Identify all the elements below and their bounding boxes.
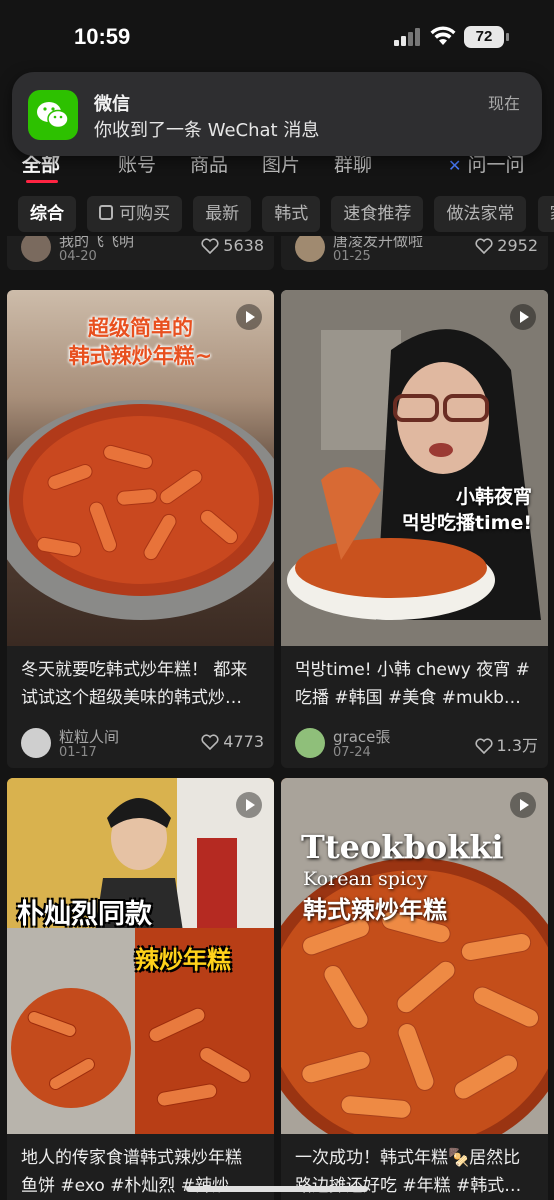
wechat-notification[interactable]: 微信 你收到了一条 WeChat 消息 现在 xyxy=(12,72,542,156)
post-date: 04-20 xyxy=(59,249,97,264)
post-title-line: 一次成功！韩式年糕🍢居然比 xyxy=(295,1148,521,1168)
thumbnail-caption-en: Tteokbokki xyxy=(301,828,504,866)
post-title-line: 吃播 #韩国 #美食 #mukb… xyxy=(295,688,521,708)
notification-message: 你收到了一条 WeChat 消息 xyxy=(94,120,320,141)
author-name: 粒粒人间 xyxy=(59,728,120,746)
heart-icon xyxy=(201,238,219,254)
thumbnail-caption: 小韩夜宵 먹방吃播time! xyxy=(402,484,532,536)
post-title: 먹방time! 小韩 chewy 夜宵 # 吃播 #韩国 #美食 #mukb… xyxy=(295,656,535,712)
ask-icon: ✕ xyxy=(448,156,462,175)
avatar xyxy=(295,236,325,262)
like-count[interactable]: 5638 xyxy=(201,236,264,255)
post-date: 01-25 xyxy=(333,249,371,264)
chip-home-recipes[interactable]: 做法家常 xyxy=(434,196,527,232)
video-play-icon xyxy=(510,792,536,818)
heart-icon xyxy=(201,734,219,750)
caption-line: 小韩夜宵 xyxy=(455,486,532,508)
video-play-icon xyxy=(510,304,536,330)
post-card[interactable]: 朴灿烈同款 辣炒年糕 地人的传家食谱韩式辣炒年糕 鱼饼 #exo #朴灿烈 #辣… xyxy=(7,778,274,1200)
mukbang-person-image xyxy=(281,290,548,646)
post-card[interactable]: 小韩夜宵 먹방吃播time! 먹방time! 小韩 chewy 夜宵 # 吃播 … xyxy=(281,290,548,768)
battery-indicator: 72 xyxy=(464,26,509,48)
post-thumbnail: Tteokbokki Korean spicy 韩式辣炒年糕 xyxy=(281,778,548,1134)
caption-line: 먹방吃播time! xyxy=(402,512,532,534)
chip-more[interactable]: 家 xyxy=(537,196,554,232)
avatar xyxy=(21,728,51,758)
wechat-icon xyxy=(28,90,78,140)
like-count[interactable]: 1.3万 xyxy=(475,732,538,756)
post-date: 01-17 xyxy=(59,745,97,760)
like-count-value: 1.3万 xyxy=(496,736,538,755)
chip-instant-food[interactable]: 速食推荐 xyxy=(331,196,424,232)
like-count[interactable]: 4773 xyxy=(201,732,264,751)
chip-purchasable-label: 可购买 xyxy=(119,204,171,224)
post-title-line: 地人的传家食谱韩式辣炒年糕 xyxy=(21,1148,242,1168)
partial-card-left[interactable]: 我的飞飞明 04-20 5638 xyxy=(7,236,274,270)
caption-line: 韩式辣炒年糕~ xyxy=(68,344,213,368)
post-thumbnail: 朴灿烈同款 辣炒年糕 xyxy=(7,778,274,1134)
clock: 10:59 xyxy=(74,24,131,49)
caption-line: 超级简单的 xyxy=(88,316,193,340)
home-indicator[interactable] xyxy=(186,1186,368,1192)
post-card[interactable]: 超级简单的 韩式辣炒年糕~ 冬天就要吃韩式炒年糕！ 都来 试试这个超级美味的韩式… xyxy=(7,290,274,768)
partial-card-right[interactable]: 唐凌发开做啦 01-25 2952 xyxy=(281,236,548,270)
tab-ask-label: 问一问 xyxy=(467,154,525,176)
cellular-signal-icon xyxy=(394,28,422,46)
status-bar: 10:59 72 xyxy=(0,0,554,72)
thumbnail-caption-en-sub: Korean spicy xyxy=(303,868,428,890)
like-count-value: 2952 xyxy=(497,236,538,255)
video-play-icon xyxy=(236,304,262,330)
chip-purchasable[interactable]: 可购买 xyxy=(87,196,183,232)
thumbnail-caption-sub: 辣炒年糕 xyxy=(135,946,231,974)
post-title-line: 먹방time! 小韩 chewy 夜宵 # xyxy=(295,660,530,680)
filter-chips: 综合 可购买 最新 韩式 速食推荐 做法家常 家 xyxy=(18,196,554,234)
like-count-value: 5638 xyxy=(223,236,264,255)
notification-time: 现在 xyxy=(487,94,520,113)
thumbnail-caption-main: 朴灿烈同款 xyxy=(17,899,152,930)
like-count[interactable]: 2952 xyxy=(475,236,538,255)
author-name: grace張 xyxy=(333,728,391,746)
thumbnail-caption: 超级简单的 韩式辣炒年糕~ xyxy=(7,314,274,370)
avatar xyxy=(295,728,325,758)
post-thumbnail: 超级简单的 韩式辣炒年糕~ xyxy=(7,290,274,646)
post-date: 07-24 xyxy=(333,745,371,760)
avatar xyxy=(21,236,51,262)
post-title-line: 试试这个超级美味的韩式炒… xyxy=(21,688,242,708)
heart-icon xyxy=(475,238,493,254)
like-count-value: 4773 xyxy=(223,732,264,751)
thumbnail-caption-zh: 韩式辣炒年糕 xyxy=(303,896,447,924)
shopping-bag-icon xyxy=(99,205,114,220)
post-title-line: 冬天就要吃韩式炒年糕！ 都来 xyxy=(21,660,248,680)
wifi-icon xyxy=(430,26,456,45)
notification-app-name: 微信 xyxy=(94,94,130,115)
heart-icon xyxy=(475,738,493,754)
chip-korean[interactable]: 韩式 xyxy=(262,196,321,232)
post-title: 冬天就要吃韩式炒年糕！ 都来 试试这个超级美味的韩式炒… xyxy=(21,656,261,712)
chip-comprehensive[interactable]: 综合 xyxy=(18,196,76,232)
post-card[interactable]: Tteokbokki Korean spicy 韩式辣炒年糕 一次成功！韩式年糕… xyxy=(281,778,548,1200)
chip-latest[interactable]: 最新 xyxy=(193,196,252,232)
active-tab-indicator xyxy=(26,180,58,183)
results-feed: 我的飞飞明 04-20 5638 唐凌发开做啦 01-25 2952 超级简单的… xyxy=(0,236,554,1200)
video-play-icon xyxy=(236,792,262,818)
post-thumbnail: 小韩夜宵 먹방吃播time! xyxy=(281,290,548,646)
